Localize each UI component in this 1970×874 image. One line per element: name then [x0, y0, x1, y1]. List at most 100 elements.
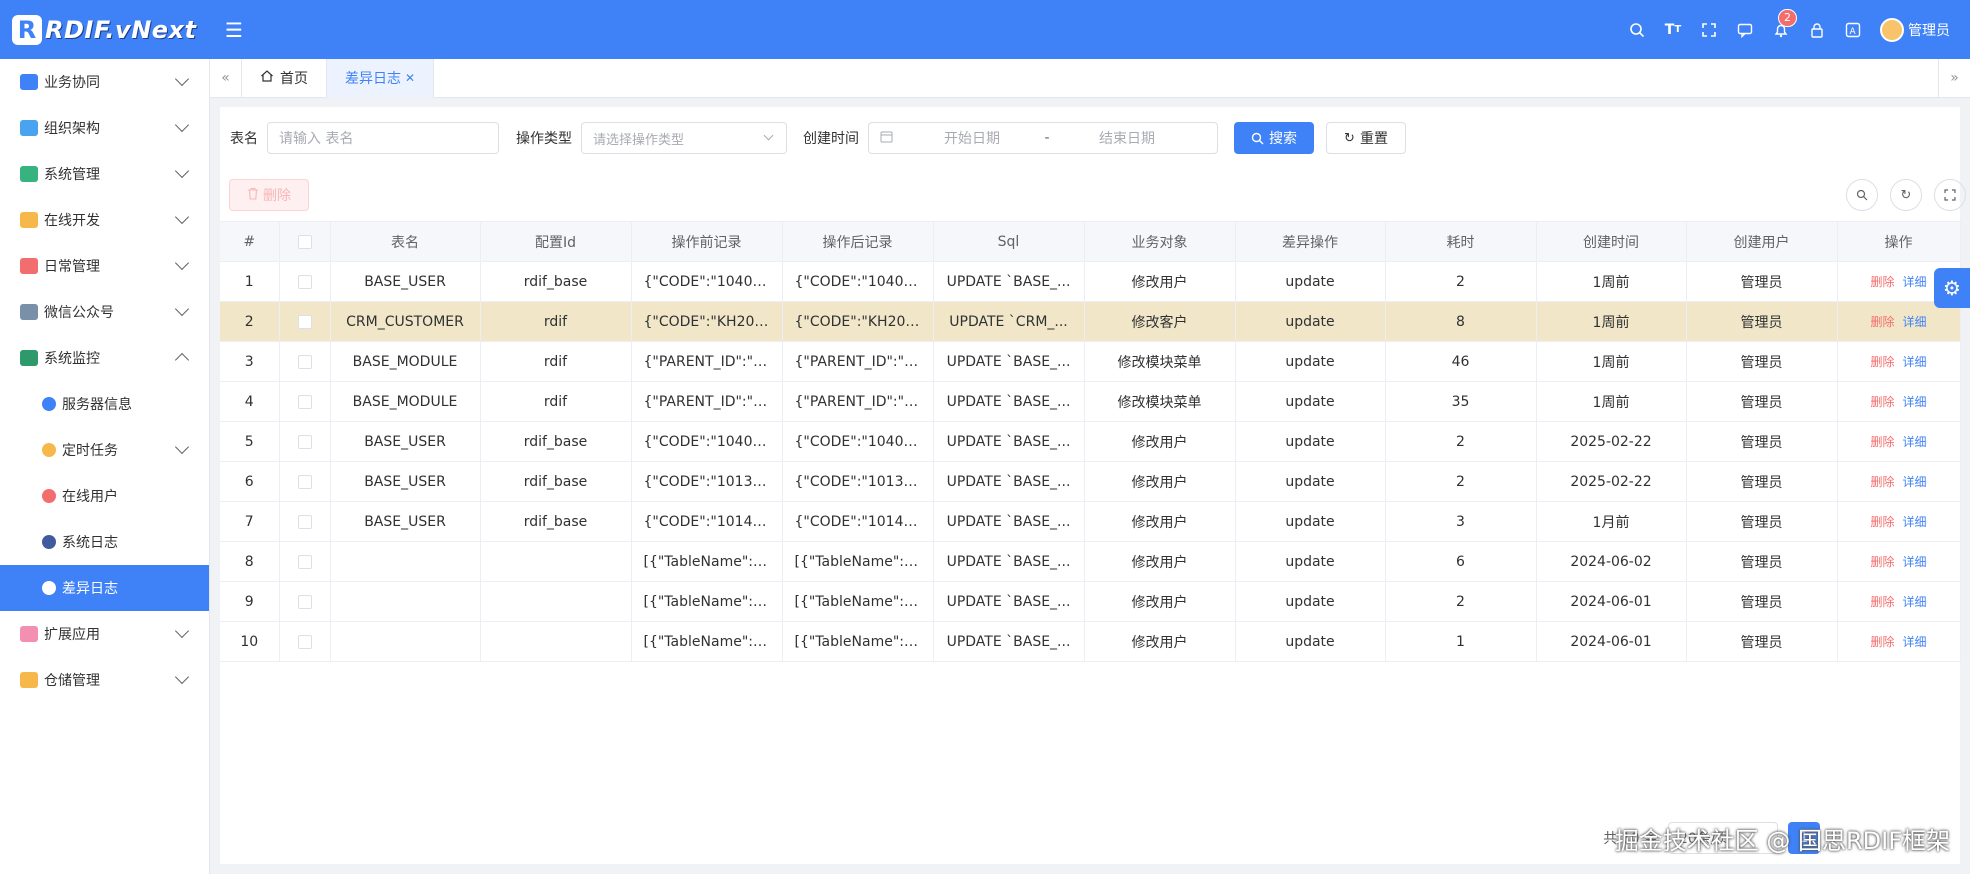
close-icon[interactable]: ✕: [405, 71, 415, 85]
row-detail-link[interactable]: 详细: [1903, 395, 1927, 409]
row-checkbox[interactable]: [297, 554, 312, 569]
table-row[interactable]: 7 BASE_USER rdif_base {"CODE":"10142"... {"C…: [220, 501, 1961, 542]
cell-table: BASE_USER: [330, 421, 481, 462]
search-icon[interactable]: [1628, 21, 1646, 39]
row-detail-link[interactable]: 详细: [1903, 435, 1927, 449]
search-button[interactable]: 搜索: [1234, 122, 1314, 154]
cell-object: 修改模块菜单: [1084, 341, 1236, 382]
row-delete-link[interactable]: 删除: [1870, 635, 1894, 649]
row-delete-link[interactable]: 删除: [1870, 475, 1894, 489]
row-delete-link[interactable]: 删除: [1870, 355, 1894, 369]
message-icon[interactable]: [1736, 21, 1754, 39]
table-row[interactable]: 9 [{"TableName":"B... [{"TableName":"B... U…: [220, 581, 1961, 622]
batch-delete-button[interactable]: 删除: [229, 179, 309, 211]
row-checkbox[interactable]: [297, 354, 312, 369]
language-icon[interactable]: A: [1844, 21, 1862, 39]
tabs-scroll-left-icon[interactable]: «: [210, 58, 242, 98]
select-all-checkbox[interactable]: [297, 234, 312, 249]
sidebar-item-items-0[interactable]: 业务协同: [0, 59, 209, 105]
row-checkbox[interactable]: [297, 514, 312, 529]
sidebar-item-items-1[interactable]: 组织架构: [0, 105, 209, 151]
sidebar-item-items-5[interactable]: 微信公众号: [0, 289, 209, 335]
table-row[interactable]: 2 CRM_CUSTOMER rdif {"CODE":"KH202... {"CODE…: [220, 301, 1961, 342]
sidebar-item-sub_items-2[interactable]: 在线用户: [0, 473, 209, 519]
row-delete-link[interactable]: 删除: [1870, 315, 1894, 329]
row-delete-link[interactable]: 删除: [1870, 515, 1894, 529]
refresh-icon[interactable]: ↻: [1890, 179, 1922, 211]
bell-icon[interactable]: 2: [1772, 8, 1797, 39]
row-detail-link[interactable]: 详细: [1903, 595, 1927, 609]
row-checkbox[interactable]: [297, 474, 312, 489]
row-detail-link[interactable]: 详细: [1903, 475, 1927, 489]
user-menu[interactable]: 管理员: [1880, 17, 1950, 42]
row-detail-link[interactable]: 详细: [1903, 315, 1927, 329]
row-checkbox[interactable]: [297, 394, 312, 409]
row-checkbox[interactable]: [297, 434, 312, 449]
column-header: #: [220, 221, 280, 262]
font-size-icon[interactable]: TT: [1664, 21, 1682, 39]
toggle-search-icon[interactable]: [1846, 179, 1878, 211]
row-checkbox[interactable]: [297, 274, 312, 289]
table-row[interactable]: 1 BASE_USER rdif_base {"CODE":"10408"... {"C…: [220, 261, 1961, 302]
reset-button[interactable]: ↻ 重置: [1326, 122, 1406, 154]
fullscreen-icon[interactable]: [1700, 21, 1718, 39]
end-date-input[interactable]: 结束日期: [1067, 128, 1187, 148]
cell-table: CRM_CUSTOMER: [330, 301, 481, 342]
sidebar-item-label: 日常管理: [44, 259, 100, 275]
table-row[interactable]: 10 [{"TableName":"B... [{"TableName":"B...…: [220, 621, 1961, 662]
table-row[interactable]: 4 BASE_MODULE rdif {"PARENT_ID":"-... {"PARE…: [220, 381, 1961, 422]
settings-gear-icon[interactable]: ⚙: [1934, 268, 1970, 308]
tab-home[interactable]: 首页: [242, 58, 327, 98]
sidebar-item-items-6[interactable]: 系统监控: [0, 335, 209, 381]
table-name-input[interactable]: 请输入 表名: [267, 122, 499, 154]
chevron-down-icon: [174, 301, 190, 317]
sidebar-item-sub_items-1[interactable]: 定时任务: [0, 427, 209, 473]
sidebar-item-sub_items-3[interactable]: 系统日志: [0, 519, 209, 565]
date-range-picker[interactable]: 开始日期 - 结束日期: [868, 122, 1218, 154]
cell-object: 修改用户: [1084, 261, 1236, 302]
sidebar-item-bottom_items-0[interactable]: 扩展应用: [0, 611, 209, 657]
tabs-scroll-right-icon[interactable]: »: [1938, 59, 1970, 98]
cell-before: {"PARENT_ID":"b...: [631, 341, 783, 382]
row-select-cell: [279, 261, 331, 302]
row-select-cell: [279, 381, 331, 422]
lock-icon[interactable]: [1808, 21, 1826, 39]
row-detail-link[interactable]: 详细: [1903, 355, 1927, 369]
row-index: 10: [220, 621, 280, 662]
sidebar-item-bottom_items-1[interactable]: 仓储管理: [0, 657, 209, 703]
row-delete-link[interactable]: 删除: [1870, 395, 1894, 409]
row-checkbox[interactable]: [297, 594, 312, 609]
menu-toggle-icon[interactable]: ☰: [225, 18, 243, 42]
row-checkbox[interactable]: [297, 314, 312, 329]
sidebar-item-label: 微信公众号: [44, 305, 114, 321]
sidebar-item-items-3[interactable]: 在线开发: [0, 197, 209, 243]
table-row[interactable]: 3 BASE_MODULE rdif {"PARENT_ID":"b... {"PARE…: [220, 341, 1961, 382]
row-delete-link[interactable]: 删除: [1870, 435, 1894, 449]
sidebar-item-label: 扩展应用: [44, 627, 100, 643]
row-select-cell: [279, 301, 331, 342]
row-delete-link[interactable]: 删除: [1870, 595, 1894, 609]
start-date-input[interactable]: 开始日期: [917, 128, 1027, 148]
row-delete-link[interactable]: 删除: [1870, 275, 1894, 289]
row-detail-link[interactable]: 详细: [1903, 275, 1927, 289]
cell-after: {"CODE":"10132"...: [782, 461, 934, 502]
sidebar-item-sub_items-4[interactable]: 差异日志: [0, 565, 209, 611]
row-index: 3: [220, 341, 280, 382]
sidebar-item-items-4[interactable]: 日常管理: [0, 243, 209, 289]
row-delete-link[interactable]: 删除: [1870, 555, 1894, 569]
row-detail-link[interactable]: 详细: [1903, 515, 1927, 529]
table-row[interactable]: 6 BASE_USER rdif_base {"CODE":"10132"... {"C…: [220, 461, 1961, 502]
table-row[interactable]: 5 BASE_USER rdif_base {"CODE":"10408"... {"C…: [220, 421, 1961, 462]
op-type-select[interactable]: 请选择操作类型: [581, 122, 787, 154]
row-detail-link[interactable]: 详细: [1903, 555, 1927, 569]
row-checkbox[interactable]: [297, 634, 312, 649]
sidebar-item-items-2[interactable]: 系统管理: [0, 151, 209, 197]
op-type-placeholder: 请选择操作类型: [593, 132, 685, 148]
tab-diff-log[interactable]: 差异日志 ✕: [327, 58, 435, 98]
fullscreen-icon[interactable]: [1934, 179, 1966, 211]
table-row[interactable]: 8 [{"TableName":"B... [{"TableName":"B... U…: [220, 541, 1961, 582]
row-detail-link[interactable]: 详细: [1903, 635, 1927, 649]
cell-after: {"CODE":"KH202...: [782, 301, 934, 342]
sidebar-item-sub_items-0[interactable]: 服务器信息: [0, 381, 209, 427]
cell-user: 管理员: [1686, 341, 1838, 382]
